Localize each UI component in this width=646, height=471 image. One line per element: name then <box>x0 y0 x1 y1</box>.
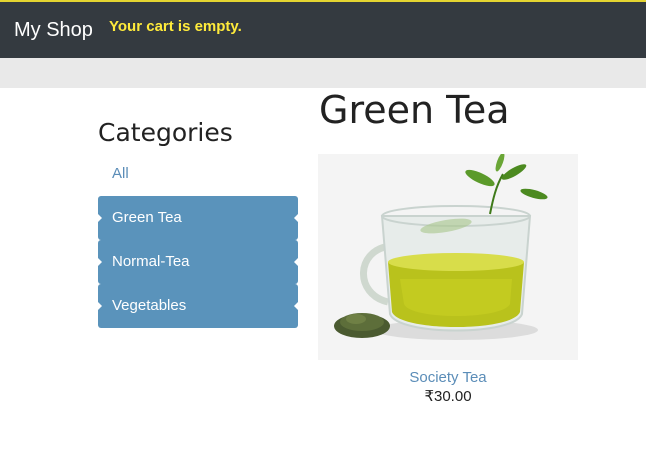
product-card: Society Tea ₹30.00 <box>318 154 578 405</box>
sub-navbar <box>0 58 646 88</box>
product-name-link[interactable]: Society Tea <box>318 369 578 386</box>
page-title: Green Tea <box>319 88 510 132</box>
green-tea-cup-image[interactable] <box>318 154 578 360</box>
categories-heading: Categories <box>98 118 233 147</box>
top-navbar: My Shop Your cart is empty. <box>0 0 646 58</box>
category-vegetables[interactable]: Vegetables <box>98 284 298 328</box>
category-sidebar: Categories All Green Tea Normal-Tea Vege… <box>98 118 298 328</box>
cart-status: Your cart is empty. <box>109 18 242 35</box>
category-all[interactable]: All <box>98 159 298 196</box>
category-normal-tea[interactable]: Normal-Tea <box>98 240 298 284</box>
category-green-tea[interactable]: Green Tea <box>98 196 298 240</box>
brand-link[interactable]: My Shop <box>14 19 93 42</box>
product-price: ₹30.00 <box>424 388 472 405</box>
category-list: All Green Tea Normal-Tea Vegetables <box>98 159 298 328</box>
